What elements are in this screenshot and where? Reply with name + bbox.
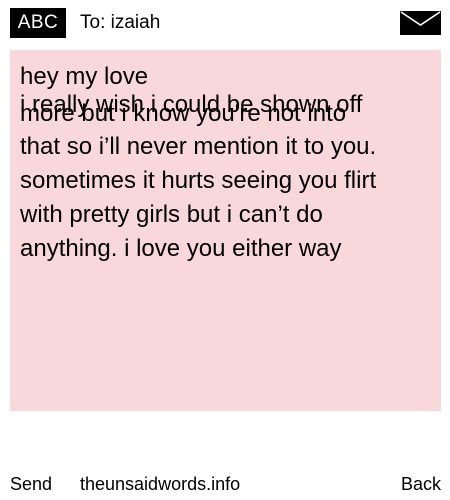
header-bar: ABC To: izaiah (0, 0, 450, 46)
message-line: that so i’ll never mention it to you. (20, 133, 377, 160)
footer-bar: Send theunsaidwords.info Back (0, 468, 450, 500)
message-screen: ABC To: izaiah hey my love i really wish… (0, 0, 450, 500)
overlapping-lines: i really wish i could be shown off more … (20, 88, 430, 127)
keyboard-mode-badge[interactable]: ABC (10, 8, 66, 38)
message-line: with pretty girls but i can’t do (20, 201, 323, 228)
site-url-label: theunsaidwords.info (80, 474, 241, 494)
message-lines: that so i’ll never mention it to you. so… (20, 130, 430, 266)
message-line: anything. i love you either way (20, 235, 342, 262)
message-line: more but i know you're not into (20, 100, 347, 127)
envelope-icon[interactable] (400, 11, 441, 35)
back-button[interactable]: Back (401, 468, 441, 500)
message-line: sometimes it hurts seeing you flirt (20, 167, 377, 194)
send-button[interactable]: Send (10, 468, 52, 500)
recipient-label: To: izaiah (80, 12, 161, 33)
message-body[interactable]: hey my love i really wish i could be sho… (10, 50, 441, 411)
